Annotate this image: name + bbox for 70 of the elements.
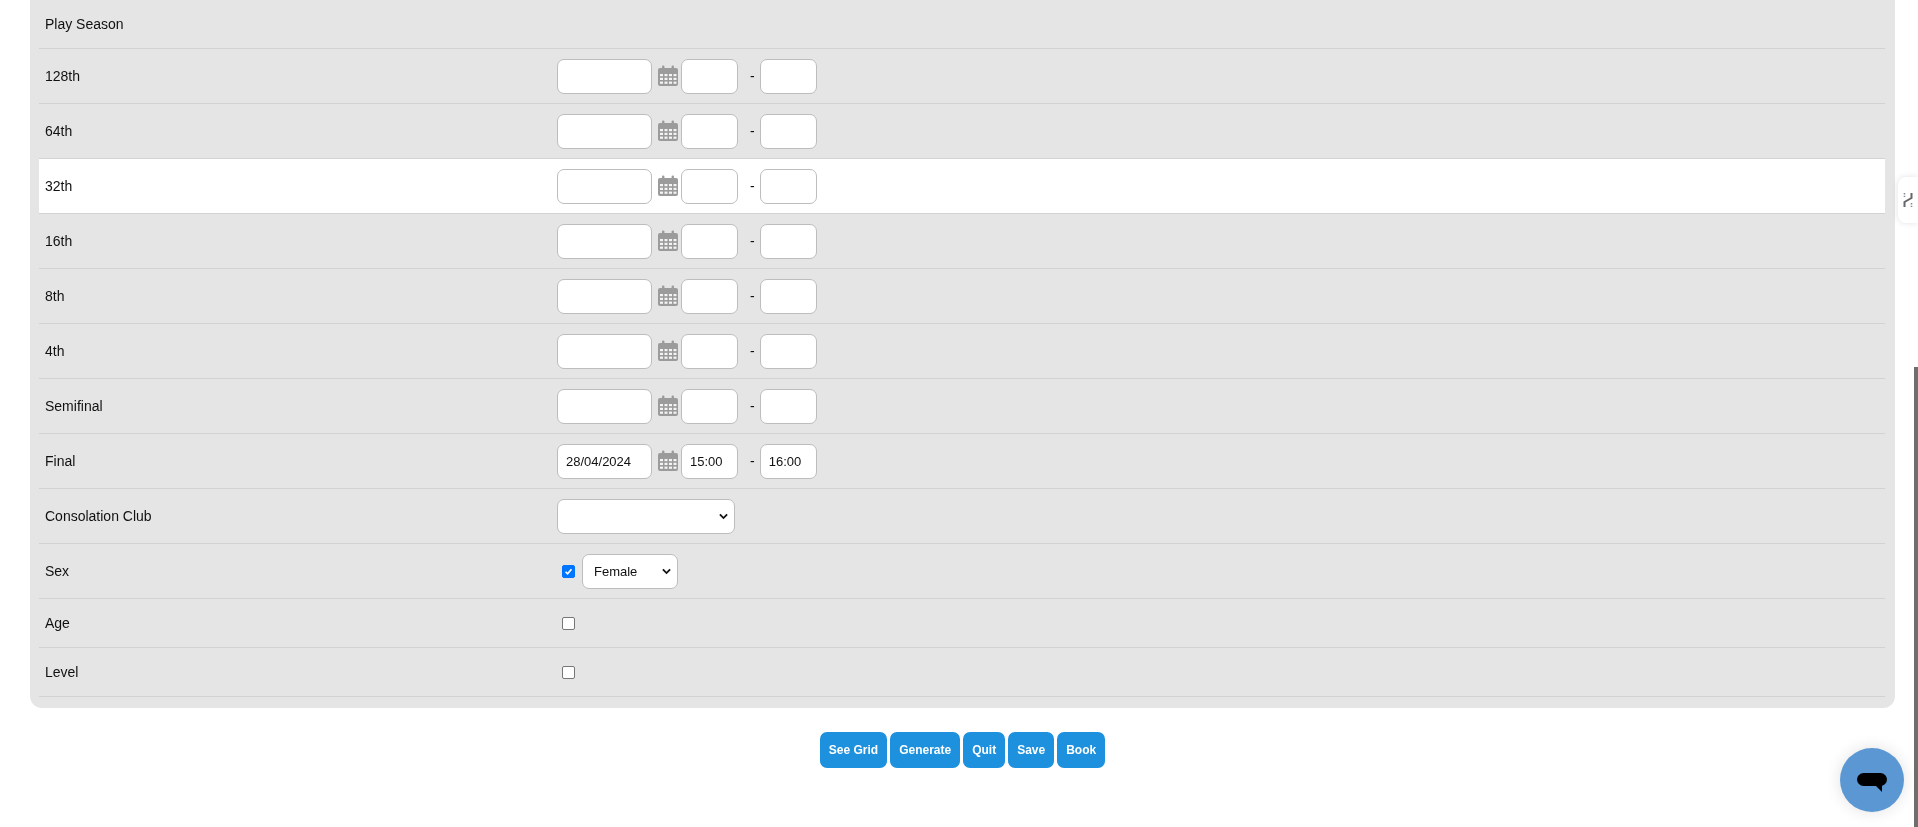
calendar-icon[interactable] (657, 340, 679, 362)
row-label: Semifinal (45, 397, 103, 415)
row-label: 4th (45, 342, 65, 360)
end-time-field[interactable] (759, 278, 817, 314)
row-label: 32th (45, 177, 73, 195)
start-time-field[interactable] (681, 113, 738, 149)
row-label: Play Season (45, 15, 124, 33)
row-label: 8th (45, 287, 65, 305)
row-label: Final (45, 452, 76, 470)
end-time-field[interactable] (759, 113, 817, 149)
date-field[interactable]: 28/04/2024 (557, 443, 652, 479)
chat-bubble-icon (1857, 773, 1887, 793)
checkbox[interactable] (562, 564, 575, 578)
start-time-field[interactable] (681, 58, 738, 94)
row-label: Sex (45, 562, 70, 580)
checkbox[interactable] (562, 665, 575, 679)
chevron-down-icon (719, 512, 728, 520)
range-dash: - (750, 343, 755, 359)
range-dash: - (750, 178, 755, 194)
calendar-icon[interactable] (657, 285, 679, 307)
action-button[interactable]: Book (1057, 732, 1106, 768)
scrollbar-thumb[interactable] (1914, 367, 1918, 827)
end-time-field[interactable] (759, 333, 817, 369)
range-dash: - (750, 68, 755, 84)
calendar-icon[interactable] (657, 395, 679, 417)
start-time-field[interactable] (681, 278, 738, 314)
calendar-icon[interactable] (657, 450, 679, 472)
range-dash: - (750, 123, 755, 139)
row-label: Level (45, 663, 79, 681)
calendar-icon[interactable] (657, 120, 679, 142)
date-field[interactable] (557, 168, 652, 204)
chevron-down-icon (662, 567, 671, 575)
end-time-field[interactable] (759, 388, 817, 424)
end-time-field[interactable] (759, 223, 817, 259)
date-field[interactable] (557, 113, 652, 149)
range-dash: - (750, 233, 755, 249)
calendar-icon[interactable] (657, 65, 679, 87)
calendar-icon[interactable] (657, 230, 679, 252)
range-dash: - (750, 453, 755, 469)
end-time-field[interactable]: 16:00 (759, 443, 817, 479)
end-time-field[interactable] (759, 168, 817, 204)
range-dash: - (750, 288, 755, 304)
date-field[interactable] (557, 333, 652, 369)
diagonal-line-icon (1903, 192, 1913, 208)
row-label: Age (45, 614, 70, 632)
start-time-field[interactable] (681, 333, 738, 369)
row-label: 128th (45, 67, 81, 85)
date-field[interactable] (557, 58, 652, 94)
checkbox[interactable] (562, 616, 575, 630)
club-select[interactable] (557, 498, 735, 534)
date-field[interactable] (557, 388, 652, 424)
start-time-field[interactable] (681, 388, 738, 424)
end-time-field[interactable] (759, 58, 817, 94)
action-button[interactable]: Generate (890, 732, 961, 768)
action-button[interactable]: Quit (963, 732, 1006, 768)
row-label: 64th (45, 122, 73, 140)
row-label: 16th (45, 232, 73, 250)
start-time-field[interactable]: 15:00 (681, 443, 738, 479)
start-time-field[interactable] (681, 223, 738, 259)
action-button[interactable]: See Grid (819, 732, 888, 768)
chat-button[interactable] (1840, 748, 1904, 812)
range-dash: - (750, 398, 755, 414)
side-tab[interactable] (1898, 177, 1918, 223)
start-time-field[interactable] (681, 168, 738, 204)
calendar-icon[interactable] (657, 175, 679, 197)
date-field[interactable] (557, 278, 652, 314)
sex-select[interactable]: Female (582, 553, 678, 589)
date-field[interactable] (557, 223, 652, 259)
row-label: Consolation Club (45, 507, 152, 525)
action-button[interactable]: Save (1008, 732, 1055, 768)
